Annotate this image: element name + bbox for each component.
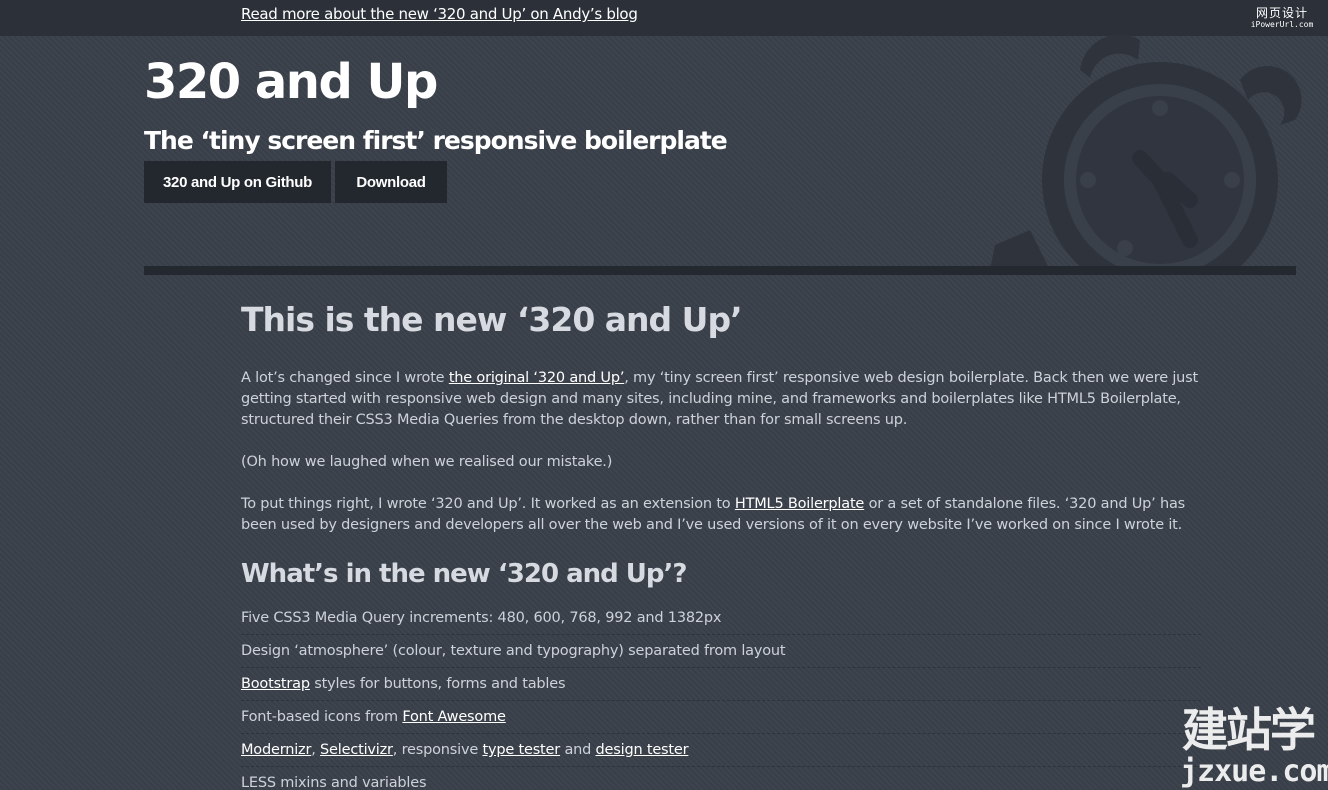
text: , xyxy=(311,742,321,758)
aside-paragraph: (Oh how we laughed when we realised our … xyxy=(241,454,613,470)
text: Font-based icons from xyxy=(241,709,403,725)
alarm-clock-icon xyxy=(990,34,1302,270)
feature-item: Design ‘atmosphere’ (colour, texture and… xyxy=(241,635,1201,668)
section-divider xyxy=(144,266,1296,275)
bootstrap-link[interactable]: Bootstrap xyxy=(241,676,310,692)
feature-item: Bootstrap styles for buttons, forms and … xyxy=(241,668,1201,701)
modernizr-link[interactable]: Modernizr xyxy=(241,742,311,758)
feature-item: Font-based icons from Font Awesome xyxy=(241,701,1201,734)
feature-item: Modernizr, Selectivizr, responsive type … xyxy=(241,734,1201,767)
font-awesome-link[interactable]: Font Awesome xyxy=(402,709,506,725)
intro-paragraph: A lot’s changed since I wrote the origin… xyxy=(241,368,1201,431)
page-title: 320 and Up xyxy=(144,54,438,110)
history-paragraph: To put things right, I wrote ‘320 and Up… xyxy=(241,494,1201,536)
page-subtitle: The ‘tiny screen first’ responsive boile… xyxy=(144,126,728,155)
original-link[interactable]: the original ‘320 and Up’ xyxy=(449,370,625,386)
text: To put things right, I wrote ‘320 and Up… xyxy=(241,496,735,512)
features-list: Five CSS3 Media Query increments: 480, 6… xyxy=(241,602,1201,790)
watermark-en: jzxue.com xyxy=(1180,754,1328,789)
text: A lot’s changed since I wrote xyxy=(241,370,449,386)
watermark-line-2: iPowerUrl.com xyxy=(1250,20,1314,29)
watermark-cn: 建站学 xyxy=(1182,703,1316,757)
corner-watermark: 建站学 jzxue.com xyxy=(1180,705,1328,790)
blog-link[interactable]: Read more about the new ‘320 and Up’ on … xyxy=(241,5,638,23)
text: and xyxy=(560,742,596,758)
watermark-line-1: 网页设计 xyxy=(1255,6,1308,20)
type-tester-link[interactable]: type tester xyxy=(483,742,561,758)
section-heading: This is the new ‘320 and Up’ xyxy=(241,300,743,339)
html5-boilerplate-link[interactable]: HTML5 Boilerplate xyxy=(735,496,864,512)
download-button[interactable]: Download xyxy=(335,161,447,203)
features-heading: What’s in the new ‘320 and Up’? xyxy=(241,559,687,589)
feature-item: LESS mixins and variables xyxy=(241,767,1201,790)
feature-item: Five CSS3 Media Query increments: 480, 6… xyxy=(241,602,1201,635)
text: styles for buttons, forms and tables xyxy=(309,676,566,692)
github-button[interactable]: 320 and Up on Github xyxy=(144,161,331,203)
text: , responsive xyxy=(392,742,483,758)
selectivizr-link[interactable]: Selectivizr xyxy=(320,742,393,758)
design-tester-link[interactable]: design tester xyxy=(596,742,689,758)
